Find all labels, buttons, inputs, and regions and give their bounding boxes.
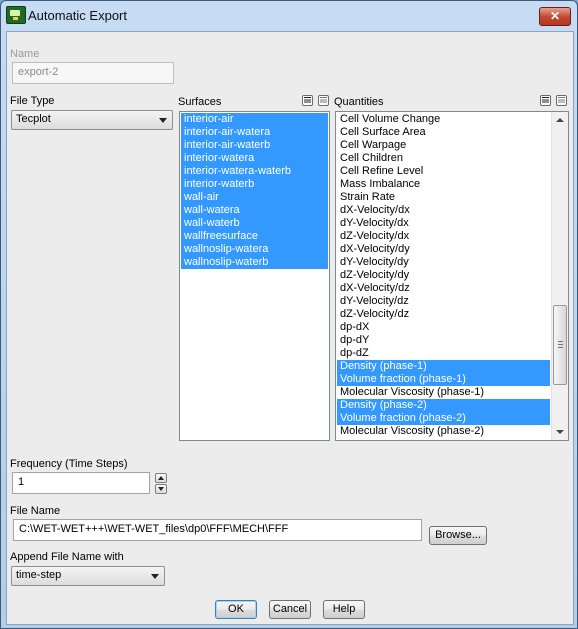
surfaces-items: interior-air interior-air-watera interior-… <box>181 113 328 269</box>
list-item[interactable]: interior-watera <box>181 152 328 165</box>
file-name-label: File Name <box>10 505 61 517</box>
quantities-items: Cell Volume Change Cell Surface Area Cell … <box>337 113 550 438</box>
quantities-scrollbar[interactable] <box>551 112 568 440</box>
scroll-down-icon[interactable] <box>552 424 568 440</box>
list-item[interactable]: interior-air <box>181 113 328 126</box>
append-dropdown[interactable]: time-step <box>11 566 165 586</box>
list-item[interactable]: Cell Volume Change <box>337 113 550 126</box>
list-item[interactable]: dX-Velocity/dy <box>337 243 550 256</box>
list-item[interactable]: wallnoslip-waterb <box>181 256 328 269</box>
list-item[interactable]: Cell Refine Level <box>337 165 550 178</box>
list-item[interactable]: Density (phase-2) <box>337 399 550 412</box>
list-item[interactable]: wallfreesurface <box>181 230 328 243</box>
app-icon <box>6 6 26 24</box>
list-item[interactable]: dY-Velocity/dz <box>337 295 550 308</box>
file-type-label: File Type <box>10 95 55 107</box>
list-item[interactable]: wall-watera <box>181 204 328 217</box>
list-item[interactable]: interior-watera-waterb <box>181 165 328 178</box>
list-item[interactable]: wall-waterb <box>181 217 328 230</box>
help-button[interactable]: Help <box>323 600 365 619</box>
quantities-select-all-icon[interactable] <box>540 95 551 106</box>
scroll-thumb[interactable] <box>553 305 567 385</box>
list-item[interactable]: dX-Velocity/dx <box>337 204 550 217</box>
file-type-value: Tecplot <box>16 113 51 125</box>
frequency-decrement-icon[interactable] <box>155 484 167 494</box>
name-label: Name <box>10 48 40 60</box>
quantities-deselect-all-icon[interactable] <box>556 95 567 106</box>
frequency-label: Frequency (Time Steps) <box>10 458 128 470</box>
frequency-field[interactable]: 1 <box>12 472 150 494</box>
list-item[interactable]: wall-air <box>181 191 328 204</box>
name-field: export-2 <box>12 62 174 84</box>
list-item[interactable]: dY-Velocity/dy <box>337 256 550 269</box>
file-name-field[interactable]: C:\WET-WET+++\WET-WET_files\dp0\FFF\MECH… <box>13 519 422 541</box>
title-bar[interactable]: Automatic Export ✕ <box>1 1 577 29</box>
surfaces-list[interactable]: interior-air interior-air-watera interior-… <box>179 111 330 441</box>
surfaces-deselect-all-icon[interactable] <box>318 95 329 106</box>
browse-button[interactable]: Browse... <box>429 526 487 545</box>
file-type-dropdown[interactable]: Tecplot <box>11 110 173 130</box>
list-item[interactable]: dZ-Velocity/dz <box>337 308 550 321</box>
list-item[interactable]: Density (phase-1) <box>337 360 550 373</box>
list-item[interactable]: Cell Warpage <box>337 139 550 152</box>
list-item[interactable]: Cell Surface Area <box>337 126 550 139</box>
append-value: time-step <box>16 569 62 581</box>
quantities-list[interactable]: Cell Volume Change Cell Surface Area Cell … <box>335 111 569 441</box>
list-item[interactable]: interior-air-watera <box>181 126 328 139</box>
list-item[interactable]: dp-dX <box>337 321 550 334</box>
list-item[interactable]: dZ-Velocity/dx <box>337 230 550 243</box>
scroll-up-icon[interactable] <box>552 112 568 128</box>
automatic-export-dialog: Automatic Export ✕ Name export-2 File Ty… <box>0 0 578 629</box>
list-item[interactable]: Volume fraction (phase-2) <box>337 412 550 425</box>
list-item[interactable]: Molecular Viscosity (phase-2) <box>337 425 550 438</box>
append-label: Append File Name with <box>10 551 124 563</box>
chevron-down-icon <box>151 574 159 579</box>
list-item[interactable]: dX-Velocity/dz <box>337 282 550 295</box>
frequency-increment-icon[interactable] <box>155 473 167 483</box>
list-item[interactable]: Strain Rate <box>337 191 550 204</box>
quantities-label: Quantities <box>334 96 384 108</box>
list-item[interactable]: wallnoslip-watera <box>181 243 328 256</box>
list-item[interactable]: dY-Velocity/dx <box>337 217 550 230</box>
window-title: Automatic Export <box>28 8 127 23</box>
list-item[interactable]: Volume fraction (phase-1) <box>337 373 550 386</box>
chevron-down-icon <box>159 118 167 123</box>
list-item[interactable]: dZ-Velocity/dy <box>337 269 550 282</box>
list-item[interactable]: interior-waterb <box>181 178 328 191</box>
dialog-body: Name export-2 File Type Tecplot Surfaces… <box>6 31 574 625</box>
list-item[interactable]: Mass Imbalance <box>337 178 550 191</box>
close-button[interactable]: ✕ <box>539 7 571 26</box>
surfaces-label: Surfaces <box>178 96 222 108</box>
list-item[interactable]: interior-air-waterb <box>181 139 328 152</box>
list-item[interactable]: dp-dY <box>337 334 550 347</box>
list-item[interactable]: dp-dZ <box>337 347 550 360</box>
list-item[interactable]: Molecular Viscosity (phase-1) <box>337 386 550 399</box>
cancel-button[interactable]: Cancel <box>269 600 311 619</box>
surfaces-select-all-icon[interactable] <box>302 95 313 106</box>
ok-button[interactable]: OK <box>215 600 257 619</box>
list-item[interactable]: Cell Children <box>337 152 550 165</box>
